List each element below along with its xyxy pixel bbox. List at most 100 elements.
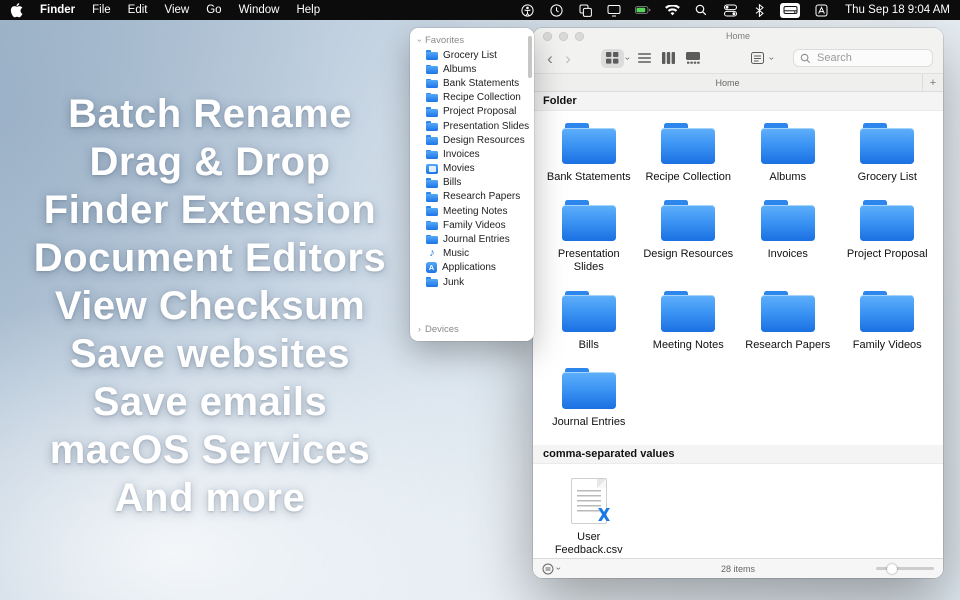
- sidebar-item-journal-entries[interactable]: Journal Entries: [410, 232, 534, 246]
- devices-label: Devices: [425, 324, 459, 335]
- wifi-icon[interactable]: [664, 3, 680, 18]
- sidebar-item-applications[interactable]: AApplications: [410, 261, 534, 275]
- slider-track[interactable]: [876, 567, 934, 570]
- folder-item-bills[interactable]: Bills: [539, 291, 639, 352]
- clock-icon[interactable]: [548, 3, 564, 18]
- folder-item-recipe-collection[interactable]: Recipe Collection: [639, 123, 739, 184]
- folder-icon: [562, 123, 616, 164]
- mirroring-icon[interactable]: [577, 3, 593, 18]
- sidebar-item-label: Meeting Notes: [443, 206, 507, 217]
- sidebar-item-music[interactable]: ♪Music: [410, 247, 534, 261]
- icon-size-slider[interactable]: [876, 567, 934, 570]
- sidebar-item-invoices[interactable]: Invoices: [410, 147, 534, 161]
- folder-item-project-proposal[interactable]: Project Proposal: [838, 200, 938, 274]
- devices-section-header[interactable]: › Devices: [410, 322, 534, 337]
- folder-icon: [661, 123, 715, 164]
- file-label: Albums: [769, 171, 806, 184]
- sidebar-item-design-resources[interactable]: Design Resources: [410, 133, 534, 147]
- sidebar-item-bank-statements[interactable]: Bank Statements: [410, 76, 534, 90]
- sidebar-item-project-proposal[interactable]: Project Proposal: [410, 105, 534, 119]
- hero-line: Batch Rename: [0, 90, 420, 138]
- slider-knob[interactable]: [887, 564, 897, 574]
- gallery-view-button[interactable]: [681, 49, 704, 68]
- control-center-icon[interactable]: [722, 3, 738, 18]
- tab-home[interactable]: Home: [533, 74, 922, 91]
- sidebar-item-recipe-collection[interactable]: Recipe Collection: [410, 91, 534, 105]
- menu-window[interactable]: Window: [239, 4, 280, 16]
- csv-file-icon: [571, 478, 607, 524]
- folder-icon: [562, 291, 616, 332]
- back-button[interactable]: ‹: [543, 50, 557, 67]
- menu-edit[interactable]: Edit: [128, 4, 148, 16]
- display-icon[interactable]: [606, 3, 622, 18]
- list-view-button[interactable]: [633, 49, 656, 68]
- title-bar[interactable]: Home: [533, 28, 943, 43]
- folder-icon: [860, 291, 914, 332]
- file-item-user-feedback-csv[interactable]: User Feedback.csv: [539, 476, 639, 557]
- file-label: Project Proposal: [847, 248, 928, 261]
- zoom-button[interactable]: [575, 32, 584, 41]
- bluetooth-icon[interactable]: [751, 3, 767, 18]
- menu-bar-left: Finder File Edit View Go Window Help: [10, 3, 320, 18]
- folder-item-meeting-notes[interactable]: Meeting Notes: [639, 291, 739, 352]
- hero-line: Document Editors: [0, 234, 420, 282]
- file-grid: User Feedback.csv: [533, 464, 943, 558]
- sidebar-item-albums[interactable]: Albums: [410, 62, 534, 76]
- file-grid: Bank Statements Recipe Collection Albums Gr…: [533, 111, 943, 445]
- folder-item-bank-statements[interactable]: Bank Statements: [539, 123, 639, 184]
- sidebar-item-label: Movies: [443, 163, 475, 174]
- group-menu-icon: [746, 49, 769, 68]
- folder-item-design-resources[interactable]: Design Resources: [639, 200, 739, 274]
- close-button[interactable]: [543, 32, 552, 41]
- spotlight-icon[interactable]: [693, 3, 709, 18]
- sidebar-item-meeting-notes[interactable]: Meeting Notes: [410, 204, 534, 218]
- folder-item-grocery-list[interactable]: Grocery List: [838, 123, 938, 184]
- finder-window: Home ‹ › › › Home + FolderBank Stat: [533, 28, 943, 578]
- action-menu-button[interactable]: ›: [542, 563, 560, 575]
- sidebar-item-bills[interactable]: Bills: [410, 176, 534, 190]
- search-field[interactable]: [793, 49, 933, 67]
- drive-icon[interactable]: [780, 3, 800, 18]
- menu-go[interactable]: Go: [206, 4, 221, 16]
- battery-icon[interactable]: [635, 3, 651, 18]
- accessibility-icon[interactable]: [519, 3, 535, 18]
- folder-item-journal-entries[interactable]: Journal Entries: [539, 368, 639, 429]
- favorites-section-header[interactable]: › Favorites: [410, 33, 534, 48]
- apple-icon[interactable]: [10, 3, 23, 18]
- folder-item-presentation-slides[interactable]: Presentation Slides: [539, 200, 639, 274]
- input-source-icon[interactable]: [813, 3, 829, 18]
- folder-icon: [426, 206, 438, 216]
- sidebar-item-label: Design Resources: [443, 135, 525, 146]
- chevron-down-icon: ›: [554, 567, 563, 570]
- group-menu-button[interactable]: ›: [746, 49, 776, 68]
- sidebar-item-family-videos[interactable]: Family Videos: [410, 218, 534, 232]
- section-header: Folder: [533, 92, 943, 111]
- sidebar-item-grocery-list[interactable]: Grocery List: [410, 48, 534, 62]
- menu-bar-clock[interactable]: Thu Sep 18 9:04 AM: [845, 4, 950, 16]
- forward-button[interactable]: ›: [561, 50, 575, 67]
- folder-item-family-videos[interactable]: Family Videos: [838, 291, 938, 352]
- favorites-label: Favorites: [425, 35, 464, 46]
- search-input[interactable]: [815, 51, 926, 65]
- file-label: Bank Statements: [547, 171, 631, 184]
- folder-icon: [426, 79, 438, 89]
- menu-file[interactable]: File: [92, 4, 111, 16]
- menu-view[interactable]: View: [165, 4, 190, 16]
- sidebar-item-movies[interactable]: Movies: [410, 162, 534, 176]
- sidebar-item-research-papers[interactable]: Research Papers: [410, 190, 534, 204]
- minimize-button[interactable]: [559, 32, 568, 41]
- folder-item-albums[interactable]: Albums: [738, 123, 838, 184]
- sidebar-item-junk[interactable]: Junk: [410, 275, 534, 289]
- menu-help[interactable]: Help: [296, 4, 320, 16]
- hero-line: Drag & Drop: [0, 138, 420, 186]
- folder-item-research-papers[interactable]: Research Papers: [738, 291, 838, 352]
- new-tab-button[interactable]: +: [922, 74, 943, 91]
- file-label: Invoices: [768, 248, 808, 261]
- columns-view-button[interactable]: [657, 49, 680, 68]
- folder-item-invoices[interactable]: Invoices: [738, 200, 838, 274]
- sidebar-item-presentation-slides[interactable]: Presentation Slides: [410, 119, 534, 133]
- grid-view-button[interactable]: [601, 49, 624, 68]
- scrollbar-thumb[interactable]: [528, 36, 532, 78]
- menu-finder[interactable]: Finder: [40, 4, 75, 16]
- sidebar-item-label: Invoices: [443, 149, 480, 160]
